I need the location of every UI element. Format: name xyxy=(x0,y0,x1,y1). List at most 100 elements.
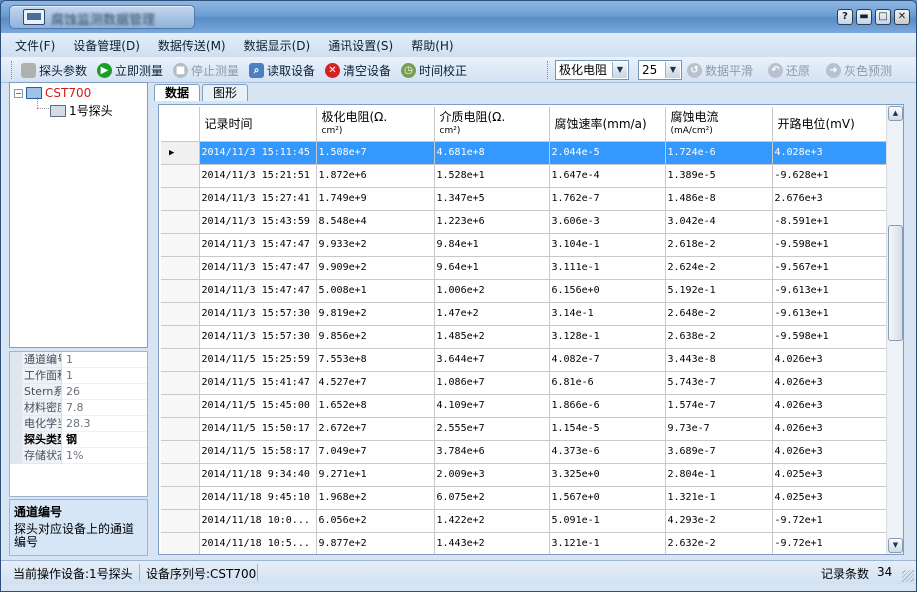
table-cell[interactable]: 3.689e-7 xyxy=(665,440,773,464)
table-row[interactable]: 2014/11/3 15:43:59 8.548e+4 1.223e+6 3.606e… xyxy=(161,210,888,234)
table-cell[interactable]: 3.121e-1 xyxy=(549,532,666,554)
table-cell[interactable]: 2014/11/3 15:11:45 xyxy=(199,141,317,165)
table-cell[interactable]: 4.527e+7 xyxy=(316,371,435,395)
property-value[interactable]: 钢 xyxy=(62,432,147,448)
table-cell[interactable]: -9.613e+1 xyxy=(772,302,888,326)
row-selector[interactable] xyxy=(161,348,200,372)
table-cell[interactable]: 1.647e-4 xyxy=(549,164,666,188)
table-cell[interactable]: 3.14e-1 xyxy=(549,302,666,326)
table-cell[interactable]: 3.606e-3 xyxy=(549,210,666,234)
close-button[interactable]: ✕ xyxy=(894,9,910,25)
column-header[interactable]: 介质电阻(Ω. cm²) xyxy=(434,107,550,142)
table-cell[interactable]: 2.804e-1 xyxy=(665,463,773,487)
row-selector[interactable] xyxy=(161,279,200,303)
table-cell[interactable]: 2.555e+7 xyxy=(434,417,550,441)
chevron-down-icon[interactable]: ▼ xyxy=(665,62,680,78)
row-selector[interactable] xyxy=(161,371,200,395)
table-cell[interactable]: 4.026e+3 xyxy=(772,417,888,441)
table-row[interactable]: 2014/11/18 10:5... 9.877e+2 1.443e+2 3.121e… xyxy=(161,532,888,554)
table-cell[interactable]: 3.128e-1 xyxy=(549,325,666,349)
row-header-corner[interactable] xyxy=(161,107,200,142)
table-cell[interactable]: -9.598e+1 xyxy=(772,233,888,257)
menu-device-management[interactable]: 设备管理(D) xyxy=(73,37,140,54)
vertical-scrollbar[interactable]: ▲ ▼ xyxy=(886,105,903,554)
table-cell[interactable]: 1.154e-5 xyxy=(549,417,666,441)
table-cell[interactable]: 2014/11/18 10:5... xyxy=(199,532,317,554)
table-cell[interactable]: 1.086e+7 xyxy=(434,371,550,395)
table-cell[interactable]: 1.528e+1 xyxy=(434,164,550,188)
menu-file[interactable]: 文件(F) xyxy=(15,37,55,54)
table-cell[interactable]: 4.026e+3 xyxy=(772,348,888,372)
table-cell[interactable]: 1.347e+5 xyxy=(434,187,550,211)
scroll-up-icon[interactable]: ▲ xyxy=(888,106,903,121)
table-cell[interactable]: 4.681e+8 xyxy=(434,141,550,165)
table-cell[interactable]: 9.877e+2 xyxy=(316,532,435,554)
table-cell[interactable]: 2014/11/3 15:47:47 xyxy=(199,233,317,257)
help-icon[interactable]: ? xyxy=(837,9,853,25)
tree-node-device[interactable]: − CST700 xyxy=(14,86,91,100)
table-cell[interactable]: 2.009e+3 xyxy=(434,463,550,487)
row-selector[interactable] xyxy=(161,325,200,349)
table-cell[interactable]: 1.749e+9 xyxy=(316,187,435,211)
table-cell[interactable]: 1.724e-6 xyxy=(665,141,773,165)
table-cell[interactable]: 1.508e+7 xyxy=(316,141,435,165)
clear-device-button[interactable]: ✕ 清空设备 xyxy=(325,60,391,80)
column-header[interactable]: 记录时间 xyxy=(199,107,317,142)
property-row[interactable]: 工作面积 1 xyxy=(10,368,147,384)
table-cell[interactable]: 2014/11/5 15:41:47 xyxy=(199,371,317,395)
chevron-down-icon[interactable]: ▼ xyxy=(612,62,627,78)
table-cell[interactable]: 4.025e+3 xyxy=(772,463,888,487)
table-cell[interactable]: 4.373e-6 xyxy=(549,440,666,464)
table-cell[interactable]: 5.008e+1 xyxy=(316,279,435,303)
table-cell[interactable]: 1.389e-5 xyxy=(665,164,773,188)
table-row[interactable]: 2014/11/5 15:50:17 2.672e+7 2.555e+7 1.154e… xyxy=(161,417,888,441)
table-cell[interactable]: 4.082e-7 xyxy=(549,348,666,372)
table-cell[interactable]: 2.624e-2 xyxy=(665,256,773,280)
table-cell[interactable]: 4.026e+3 xyxy=(772,371,888,395)
table-cell[interactable]: 2014/11/18 10:0... xyxy=(199,509,317,533)
table-cell[interactable]: -9.72e+1 xyxy=(772,509,888,533)
row-selector[interactable]: ▶ xyxy=(161,141,200,165)
scroll-down-icon[interactable]: ▼ xyxy=(888,538,903,553)
row-selector[interactable] xyxy=(161,210,200,234)
read-device-button[interactable]: ⌕ 读取设备 xyxy=(249,60,315,80)
table-cell[interactable]: 9.856e+2 xyxy=(316,325,435,349)
table-cell[interactable]: 4.026e+3 xyxy=(772,394,888,418)
table-cell[interactable]: 2014/11/3 15:27:41 xyxy=(199,187,317,211)
property-row[interactable]: 通道编号 1 xyxy=(10,352,147,368)
table-cell[interactable]: 9.933e+2 xyxy=(316,233,435,257)
table-cell[interactable]: 4.293e-2 xyxy=(665,509,773,533)
table-row[interactable]: 2014/11/18 9:45:10 1.968e+2 6.075e+2 1.567e… xyxy=(161,486,888,510)
tree-node-probe[interactable]: 1号探头 xyxy=(50,102,113,119)
param-select[interactable]: 极化电阻 ▼ xyxy=(555,60,629,80)
stop-measure-button[interactable]: ■ 停止测量 xyxy=(173,60,239,80)
table-cell[interactable]: 1.006e+2 xyxy=(434,279,550,303)
table-row[interactable]: 2014/11/3 15:47:47 9.933e+2 9.84e+1 3.104e-… xyxy=(161,233,888,257)
table-cell[interactable]: 1.762e-7 xyxy=(549,187,666,211)
title-bar[interactable]: 腐蚀监测数据管理 ? ▬ □ ✕ xyxy=(1,1,916,33)
property-row[interactable]: 探头类型 钢 xyxy=(10,432,147,448)
table-cell[interactable]: 2014/11/5 15:25:59 xyxy=(199,348,317,372)
table-cell[interactable]: -9.72e+1 xyxy=(772,532,888,554)
column-header[interactable]: 极化电阻(Ω. cm²) xyxy=(316,107,435,142)
property-row[interactable]: Stern系数 26 xyxy=(10,384,147,400)
table-cell[interactable]: 2014/11/3 15:47:47 xyxy=(199,256,317,280)
table-cell[interactable]: 9.909e+2 xyxy=(316,256,435,280)
table-cell[interactable]: 3.784e+6 xyxy=(434,440,550,464)
tab-graph[interactable]: 图形 xyxy=(202,84,249,101)
row-selector[interactable] xyxy=(161,417,200,441)
table-cell[interactable]: 6.156e+0 xyxy=(549,279,666,303)
table-cell[interactable]: 5.192e-1 xyxy=(665,279,773,303)
row-selector[interactable] xyxy=(161,394,200,418)
table-cell[interactable]: 1.866e-6 xyxy=(549,394,666,418)
table-row[interactable]: ▶ 2014/11/3 15:11:45 1.508e+7 4.681e+8 2.044… xyxy=(161,141,888,165)
table-cell[interactable]: 2014/11/3 15:43:59 xyxy=(199,210,317,234)
table-cell[interactable]: 1.486e-8 xyxy=(665,187,773,211)
table-cell[interactable]: 1.443e+2 xyxy=(434,532,550,554)
maximize-button[interactable]: □ xyxy=(875,9,891,25)
toolbar-grip-2[interactable] xyxy=(547,61,550,79)
property-row[interactable]: 电化学当量 28.3 xyxy=(10,416,147,432)
row-selector[interactable] xyxy=(161,233,200,257)
table-cell[interactable]: 3.104e-1 xyxy=(549,233,666,257)
measure-now-button[interactable]: ▶ 立即测量 xyxy=(97,60,163,80)
